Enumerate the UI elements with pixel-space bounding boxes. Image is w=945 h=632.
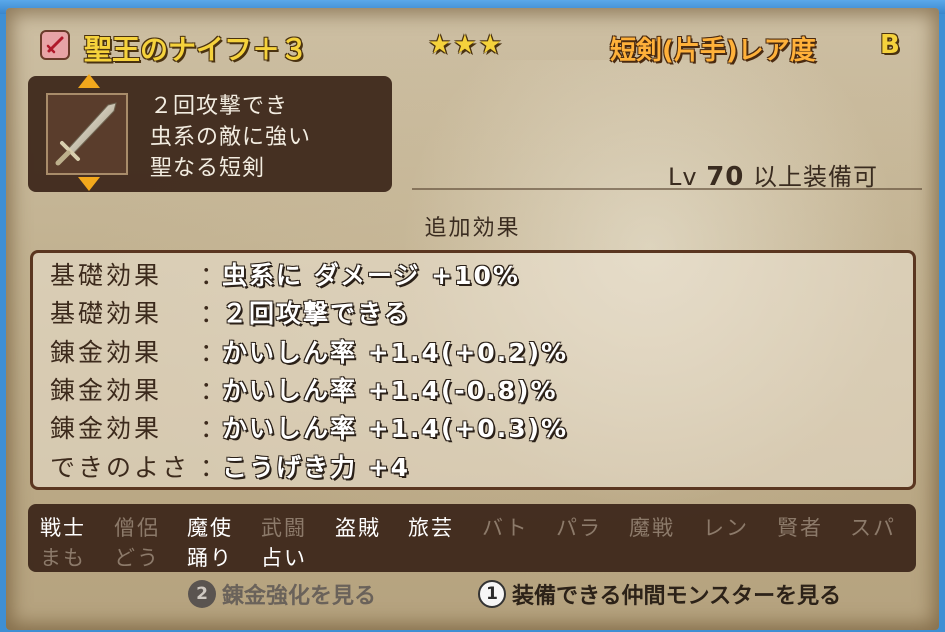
item-image — [46, 93, 128, 175]
effect-value: ２回攻撃できる — [222, 299, 411, 328]
scroll-up-arrow-icon[interactable] — [78, 74, 100, 88]
level-prefix: Lv — [668, 163, 698, 191]
effect-row: 錬金効果 ：かいしん率 +1.4(+0.3)% — [50, 409, 568, 443]
description-line-3: 聖なる短剣 — [150, 156, 266, 181]
job-monster-master: まも — [40, 546, 86, 570]
job-superstar: スパ — [850, 516, 896, 540]
job-paladin: パラ — [556, 516, 602, 540]
effect-label: 基礎効果 — [50, 299, 163, 328]
effect-colon: ： — [200, 376, 226, 405]
description-line-2: 虫系の敵に強い — [150, 125, 312, 150]
job-warrior: 戦士 — [40, 516, 86, 540]
effect-row: 錬金効果 ：かいしん率 +1.4(-0.8)% — [50, 371, 558, 405]
effect-colon: ： — [200, 414, 226, 443]
effect-colon: ： — [200, 453, 226, 482]
scroll-down-arrow-icon[interactable] — [78, 177, 100, 191]
level-suffix: 以上装備可 — [753, 163, 879, 191]
effect-label: 錬金効果 — [50, 376, 163, 405]
item-name: 聖王のナイフ＋３ — [84, 33, 309, 66]
effect-value: 虫系に ダメージ +10% — [222, 261, 520, 290]
rarity-stars: ★★★ — [428, 30, 504, 60]
job-item-master: どう — [114, 546, 160, 570]
job-martial-artist: 武闘 — [261, 516, 307, 540]
job-armamentalist: 魔戦 — [629, 516, 675, 540]
dagger-icon — [40, 30, 70, 60]
job-thief: 盗賊 — [335, 516, 381, 540]
effect-colon: ： — [200, 299, 226, 328]
view-alchemy-button[interactable]: 2 錬金強化を見る — [188, 578, 376, 610]
button-2-icon: 2 — [188, 580, 216, 608]
effect-value: かいしん率 +1.4(+0.3)% — [222, 414, 569, 443]
effect-value: かいしん率 +1.4(-0.8)% — [222, 376, 558, 405]
view-monsters-button[interactable]: 1 装備できる仲間モンスターを見る — [478, 578, 841, 610]
level-requirement: Lv 70 以上装備可 — [668, 157, 878, 192]
effect-colon: ： — [200, 261, 226, 290]
job-battle-master: バト — [482, 516, 529, 540]
job-fortune-teller: 占い — [261, 546, 307, 570]
job-dancer: 踊り — [187, 546, 233, 570]
effect-row: できのよさ ：こうげき力 +4 — [50, 448, 410, 482]
effect-value: こうげき力 +4 — [222, 453, 411, 482]
effect-label: 錬金効果 — [50, 414, 163, 443]
description-line-1: ２回攻撃でき — [150, 94, 289, 119]
job-mage: 魔使 — [187, 516, 233, 540]
effect-label: 錬金効果 — [50, 338, 163, 367]
effect-row: 錬金効果 ：かいしん率 +1.4(+0.2)% — [50, 333, 568, 367]
job-sage: 賢者 — [777, 516, 823, 540]
job-ranger: レン — [703, 516, 749, 540]
effect-colon: ： — [200, 338, 226, 367]
effects-title: 追加効果 — [424, 216, 521, 241]
rarity-grade: B — [880, 30, 900, 60]
view-alchemy-label: 錬金強化を見る — [222, 584, 377, 609]
job-priest: 僧侶 — [114, 516, 160, 540]
job-minstrel: 旅芸 — [408, 516, 454, 540]
effect-row: 基礎効果 ：２回攻撃できる — [50, 294, 411, 328]
effect-value: かいしん率 +1.4(+0.2)% — [222, 338, 569, 367]
effect-label: できのよさ — [50, 453, 191, 482]
button-1-icon: 1 — [478, 580, 506, 608]
effect-row: 基礎効果 ：虫系に ダメージ +10% — [50, 256, 520, 290]
view-monsters-label: 装備できる仲間モンスターを見る — [512, 584, 842, 609]
weapon-category: 短剣(片手)レア度 — [610, 36, 816, 66]
effect-label: 基礎効果 — [50, 261, 163, 290]
divider — [412, 188, 922, 190]
